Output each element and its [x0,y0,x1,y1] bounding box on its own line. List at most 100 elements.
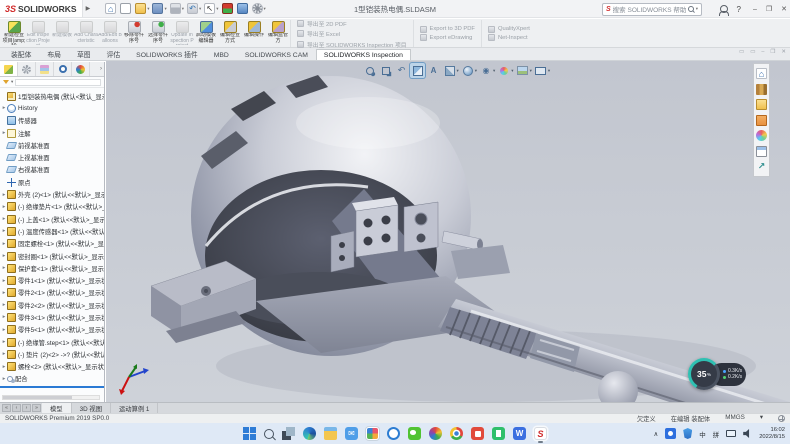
tree-item[interactable]: ▸ (-) 温度传感器<1> (默认<<默认>_ [0,225,104,237]
custom-properties-icon[interactable] [756,146,767,157]
ribbon-button[interactable]: 移除零件序号 [122,20,146,47]
panel-tab[interactable] [72,62,90,76]
tree-item[interactable]: ▸ 固定螺栓<1> (默认<<默认>_显示 [0,238,104,250]
ribbon-tab[interactable]: 布局 [39,46,69,60]
panel-tab-overflow-icon[interactable]: › [100,66,102,72]
select-icon[interactable] [204,3,215,14]
document-window-button[interactable]: ✕ [781,49,786,55]
ribbon-tab[interactable]: 评估 [99,46,129,60]
ribbon-tab[interactable]: MBD [206,49,237,60]
chrome-icon[interactable] [450,427,463,440]
tree-item[interactable]: ▸ 零件3<1> (默认<<默认>_显示状 [0,311,104,323]
hud-button[interactable]: ▾ [460,63,477,78]
tab-nav-arrow[interactable]: « [2,404,11,412]
dropdown-caret-icon[interactable]: ▾ [216,6,218,12]
new-file-icon[interactable] [120,3,131,14]
save-icon[interactable] [152,3,163,14]
tree-item[interactable]: ▸ 零件5<1> (默认<<默认>_显示状 [0,324,104,336]
ribbon-button[interactable]: 新建检查项目(amp;N) [2,20,26,47]
tab-nav-arrow[interactable]: » [32,404,41,412]
filter-funnel-icon[interactable] [3,80,9,84]
solidworks-resources-icon[interactable] [756,68,767,79]
document-window-button[interactable]: ▭ [750,49,755,55]
panel-tab[interactable] [0,62,18,76]
color-wheel-browser-icon[interactable] [429,427,442,440]
dropdown-caret-icon[interactable]: ▾ [548,68,550,74]
ribbon-menu-item[interactable]: 导出至 Excel [297,29,407,38]
restore-button[interactable]: ❐ [766,6,772,13]
solidworks-icon[interactable] [534,427,547,440]
tree-item[interactable]: ▸ 零件2<2> (默认<<默认>_显示状 [0,299,104,311]
document-tab[interactable]: 运动算例 1 [111,403,158,413]
ribbon-button[interactable]: 选择零件序号 [146,20,170,47]
ribbon-menu-item[interactable]: 导出至 2D PDF [297,19,407,28]
dropdown-caret-icon[interactable]: ▾ [264,6,266,12]
status-item[interactable]: ▾ [760,414,763,423]
tree-item[interactable]: ▸ (-) 上盖<1> (默认<<默认>_显示状 [0,213,104,225]
search-icon[interactable] [688,6,694,12]
hud-button[interactable]: ▾ [533,63,550,78]
quick-access-item[interactable]: ▾ [135,3,149,14]
ribbon-button[interactable]: 启动模板编辑器 [194,20,218,47]
file-explorer-icon[interactable] [756,99,767,110]
3d-model-view[interactable] [106,61,790,402]
tab-nav-arrow[interactable]: › [22,404,31,412]
document-tab[interactable]: 模型 [42,403,72,413]
tree-item[interactable]: 上视基准面 [0,151,104,163]
green-app-icon[interactable] [492,427,505,440]
quick-access-item[interactable] [120,3,132,14]
scrollbar-thumb[interactable] [3,396,72,399]
hud-button[interactable] [410,63,425,78]
ribbon-button[interactable]: 新建模板 [50,20,74,47]
ribbon-tab[interactable]: 草图 [69,46,99,60]
design-library-icon[interactable] [756,84,767,95]
file-explorer-icon[interactable] [324,427,337,440]
rebuild-icon[interactable] [222,3,233,14]
document-window-button[interactable]: ▭ [739,49,744,55]
document-window-button[interactable]: ❐ [770,49,775,55]
hud-button[interactable]: ▾ [442,63,459,78]
status-item[interactable]: 欠定义 [637,414,656,423]
tree-item[interactable]: ▸ 密封圈<1> (默认<<默认>_显示状 [0,250,104,262]
appearances-scenes-icon[interactable] [756,130,767,141]
panel-tab[interactable] [18,62,36,76]
ribbon-menu-item[interactable]: QualityXpert [488,26,530,33]
document-tab[interactable]: 3D 视图 [72,403,111,413]
tree-item[interactable]: ▸ 零件2<1> (默认<<默认>_显示状 [0,287,104,299]
ime-mode-indicator[interactable]: 拼 [713,429,720,439]
tree-item[interactable]: ▸ 外壳 (2)<1> (默认<<默认>_显示状 [0,188,104,200]
ribbon-menu-item[interactable]: Net-Inspect [488,34,530,41]
hud-button[interactable] [394,63,409,78]
status-item[interactable]: MMGS [725,414,745,423]
search-dropdown-icon[interactable]: ▾ [696,6,698,12]
performance-float-widget[interactable]: 0.3K/s 0.2K/s 35% [688,358,746,390]
ribbon-button[interactable]: 编辑检查方式 [218,20,242,47]
open-icon[interactable] [135,3,146,14]
rollback-bar[interactable] [0,386,104,388]
tray-chat-icon[interactable] [665,428,676,439]
home-icon[interactable] [105,3,116,14]
document-window-button[interactable]: – [761,49,764,55]
print-icon[interactable] [170,3,181,14]
undo-icon[interactable] [187,3,198,14]
tree-item[interactable]: ▸ 保护套<1> (默认<<默认>_显示状 [0,262,104,274]
solidworks-forum-icon[interactable] [756,161,767,172]
hud-button[interactable] [378,63,393,78]
quick-access-item[interactable]: ▾ [170,3,184,14]
dropdown-caret-icon[interactable]: ▾ [511,68,513,74]
start-button[interactable] [243,427,256,440]
ribbon-button[interactable]: Edit Inspection Project [26,20,50,47]
cortana-icon[interactable] [387,427,400,440]
tray-shield-icon[interactable] [683,428,692,439]
tree-item[interactable]: 原点 [0,176,104,188]
tray-speaker-icon[interactable] [743,429,752,438]
ribbon-menu-item[interactable]: Export to 3D PDF [420,26,475,33]
ribbon-tab[interactable]: 装配体 [3,46,39,60]
quick-access-item[interactable]: ▾ [187,3,201,14]
status-item[interactable]: 在编辑 装配体 [671,414,711,423]
options-icon[interactable] [252,3,263,14]
minimize-button[interactable]: – [753,6,757,13]
ribbon-tab[interactable]: SOLIDWORKS 插件 [128,46,206,60]
usage-ring[interactable]: 35% [688,358,720,390]
help-button[interactable]: ? [736,5,740,14]
